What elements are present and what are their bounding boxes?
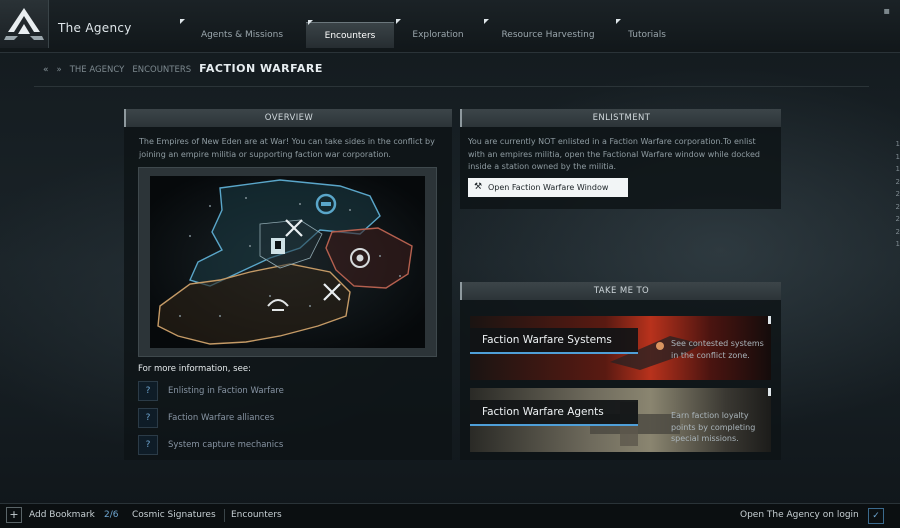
card-corner-marker	[768, 388, 771, 396]
bookmark-separator	[224, 509, 225, 522]
faction-map[interactable]	[150, 176, 425, 348]
open-faction-warfare-window-label: Open Faction Warfare Window	[488, 183, 609, 192]
tab-agents-missions[interactable]: Agents & Missions	[178, 19, 306, 48]
crossed-hammers-icon: ⚒	[473, 182, 483, 192]
bookmark-cosmic-signatures[interactable]: Cosmic Signatures	[132, 510, 216, 520]
take-me-to-panel: TAKE ME TO Faction Warfare Systems See c…	[460, 282, 781, 460]
help-link-label: System capture mechanics	[168, 440, 284, 450]
overview-text: The Empires of New Eden are at War! You …	[139, 137, 435, 159]
breadcrumb: « » THE AGENCY ENCOUNTERS FACTION WARFAR…	[43, 62, 323, 75]
side-number: 2	[895, 227, 900, 236]
tab-notch-icon	[616, 19, 621, 24]
logo-glyph-icon	[4, 8, 44, 40]
app-title: The Agency	[58, 21, 132, 35]
side-number: 1	[895, 240, 900, 248]
bookmark-encounters[interactable]: Encounters	[231, 510, 282, 520]
breadcrumb-home-icon[interactable]: «	[43, 65, 49, 75]
agency-logo-icon[interactable]	[0, 0, 49, 48]
tab-tutorials[interactable]: Tutorials	[614, 19, 680, 48]
help-icon: ?	[138, 435, 158, 455]
card-title: Faction Warfare Systems	[470, 328, 638, 354]
tab-label: Resource Harvesting	[501, 30, 595, 40]
faction-map-frame	[138, 167, 437, 357]
window-control-icon[interactable]: ▪	[883, 6, 890, 17]
tab-notch-icon	[396, 19, 401, 24]
faction-warfare-systems-card[interactable]: Faction Warfare Systems See contested sy…	[470, 316, 771, 380]
help-icon: ?	[138, 381, 158, 401]
bottom-bar: + Add Bookmark 2/6 Cosmic Signatures Enc…	[0, 503, 900, 528]
faction-warfare-agents-card[interactable]: Faction Warfare Agents Earn faction loya…	[470, 388, 771, 452]
card-title: Faction Warfare Agents	[470, 400, 638, 426]
card-description: See contested systems in the conflict zo…	[671, 339, 764, 360]
overview-panel: OVERVIEW The Empires of New Eden are at …	[124, 109, 452, 460]
tab-exploration[interactable]: Exploration	[394, 19, 482, 48]
overview-heading: OVERVIEW	[124, 109, 452, 127]
enlistment-text: You are currently NOT enlisted in a Fact…	[468, 137, 760, 171]
bookmark-counter: 2/6	[104, 510, 119, 520]
open-faction-warfare-window-button[interactable]: ⚒ Open Faction Warfare Window	[468, 178, 628, 197]
side-number: 2	[895, 177, 900, 186]
side-number: 2	[895, 190, 900, 198]
tab-notch-icon	[180, 19, 185, 24]
tab-label: Exploration	[412, 30, 464, 40]
breadcrumb-item-encounters[interactable]: ENCOUNTERS	[132, 65, 191, 75]
top-bar: The Agency Agents & Missions Encounters …	[0, 0, 900, 53]
breadcrumb-separator-icon: »	[56, 65, 62, 75]
tab-label: Encounters	[324, 31, 376, 41]
tab-notch-icon	[484, 19, 489, 24]
side-number: 1	[895, 140, 900, 148]
tab-notch-icon	[308, 20, 313, 25]
more-info-heading: For more information, see:	[138, 364, 251, 374]
side-number: 2	[895, 215, 900, 223]
add-bookmark-plus-icon[interactable]: +	[6, 507, 22, 523]
card-corner-marker	[768, 316, 771, 324]
side-number: 1	[895, 165, 900, 173]
help-link-label: Enlisting in Faction Warfare	[168, 386, 284, 396]
tab-label: Tutorials	[628, 30, 666, 40]
breadcrumb-item-the-agency[interactable]: THE AGENCY	[70, 65, 125, 75]
breadcrumb-divider	[34, 86, 869, 87]
take-me-to-heading: TAKE ME TO	[460, 282, 781, 300]
tab-label: Agents & Missions	[200, 30, 284, 40]
help-link-enlisting[interactable]: ? Enlisting in Faction Warfare	[138, 381, 284, 401]
help-link-alliances[interactable]: ? Faction Warfare alliances	[138, 408, 274, 428]
help-link-label: Faction Warfare alliances	[168, 413, 275, 423]
card-description: Earn faction loyalty points by completin…	[671, 411, 756, 443]
faction-map-image-icon	[150, 176, 425, 348]
enlistment-heading: ENLISTMENT	[460, 109, 781, 127]
side-number-column: 1 1 1 2 2 2 2 2 1	[896, 138, 900, 251]
help-link-capture-mechanics[interactable]: ? System capture mechanics	[138, 435, 283, 455]
enlistment-panel: ENLISTMENT You are currently NOT enliste…	[460, 109, 781, 209]
tab-encounters[interactable]: Encounters	[306, 20, 394, 48]
side-number: 1	[895, 152, 900, 161]
side-number: 2	[895, 202, 900, 211]
add-bookmark-link[interactable]: Add Bookmark	[29, 510, 95, 520]
tab-bar: Agents & Missions Encounters Exploration…	[178, 19, 680, 48]
breadcrumb-current: FACTION WARFARE	[199, 62, 323, 75]
open-on-login-label: Open The Agency on login	[740, 510, 859, 520]
tab-resource-harvesting[interactable]: Resource Harvesting	[482, 19, 614, 48]
open-on-login-checkbox[interactable]: ✓	[868, 508, 884, 524]
help-icon: ?	[138, 408, 158, 428]
